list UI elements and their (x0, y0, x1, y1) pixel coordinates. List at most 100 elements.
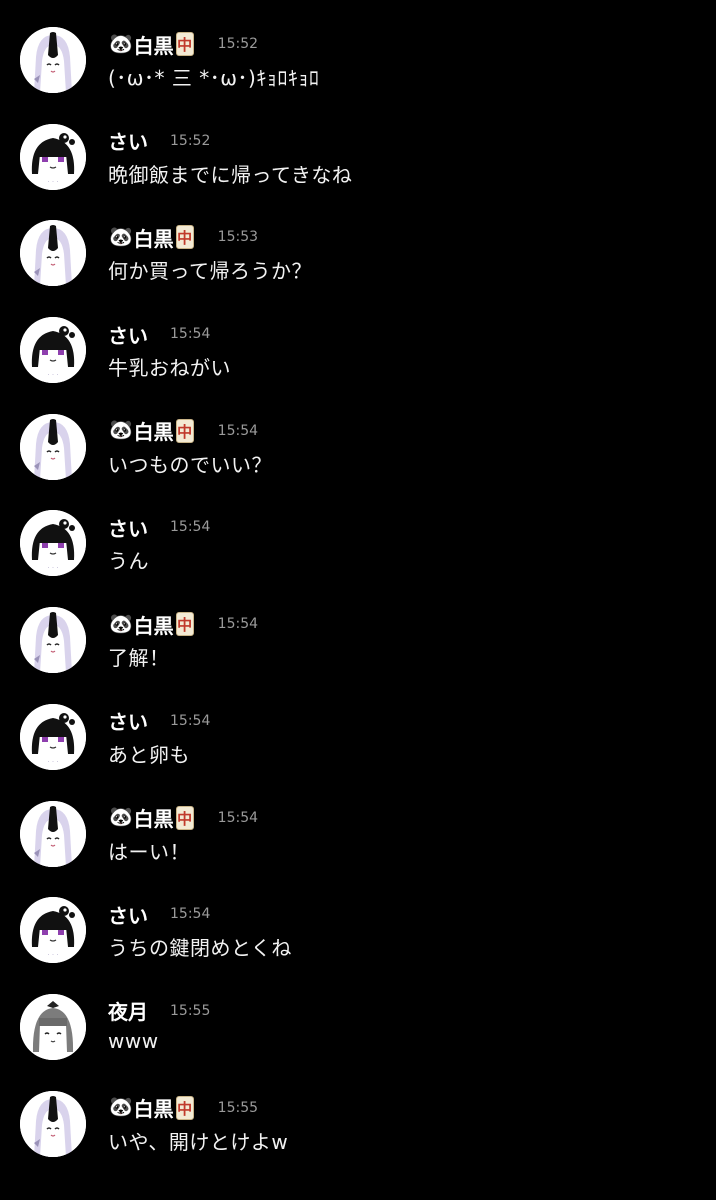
username[interactable]: 白黒 (134, 223, 174, 252)
avatar-sai-art: · · · (20, 703, 86, 770)
avatar-shirokuro[interactable] (20, 220, 86, 287)
message-text: うん (108, 549, 149, 574)
avatar-yozuki[interactable] (20, 993, 86, 1060)
username[interactable]: 白黒 (134, 30, 174, 59)
avatar-shirokuro[interactable] (20, 27, 86, 93)
username[interactable]: 白黒 (134, 1093, 174, 1122)
message-text: 晩御飯までに帰ってきなね (108, 162, 353, 187)
avatar-shirokuro-art (20, 1090, 86, 1157)
chat-message-list[interactable]: 🐼 白黒中 15:52 (･ω･* 三 *･ω･)ｷｮﾛｷｮﾛ · · · さい 15:… (0, 24, 716, 1184)
avatar-shirokuro-art (20, 220, 86, 287)
username[interactable]: さい (108, 513, 148, 542)
timestamp: 15:54 (170, 906, 211, 923)
message-row[interactable]: 🐼 白黒中 15:54 了解！ (0, 604, 716, 701)
avatar-sai[interactable]: · · · (20, 123, 86, 190)
mahjong-tile-icon: 中 (175, 1095, 194, 1120)
avatar-shirokuro-art (20, 607, 86, 674)
timestamp: 15:54 (217, 809, 259, 826)
avatar-sai[interactable]: · · · (20, 510, 86, 577)
panda-emoji-icon: 🐼 (109, 806, 133, 828)
username[interactable]: さい (108, 900, 148, 929)
message-row[interactable]: 🐼 白黒中 15:53 何か買って帰ろうか？ (0, 217, 716, 314)
avatar-sai-art: · · · (20, 317, 86, 384)
avatar-shirokuro[interactable] (20, 800, 86, 867)
timestamp: 15:52 (170, 132, 211, 149)
svg-text:· · ·: · · · (47, 758, 58, 766)
message-header: 🐼 白黒中 15:52 (108, 29, 258, 59)
message-header: さい 15:54 (108, 899, 210, 929)
avatar-sai[interactable]: · · · (20, 317, 86, 384)
timestamp: 15:53 (217, 229, 259, 246)
message-row[interactable]: 夜月 15:55 www (0, 991, 716, 1088)
message-text: はーい！ (108, 839, 190, 864)
message-text: いや、開けとけよw (108, 1129, 289, 1154)
svg-text:· · ·: · · · (47, 564, 58, 572)
message-row[interactable]: · · · さい 15:54 あと卵も (0, 701, 716, 798)
avatar-shirokuro-art (20, 27, 86, 93)
panda-emoji-icon: 🐼 (109, 419, 133, 442)
message-header: 🐼 白黒中 15:53 (108, 222, 258, 252)
mahjong-tile-icon: 中 (175, 418, 194, 443)
message-header: さい 15:54 (108, 512, 210, 542)
message-row[interactable]: 🐼 白黒中 15:54 いつものでいい？ (0, 411, 716, 508)
avatar-shirokuro-art (20, 800, 86, 867)
avatar-sai[interactable]: · · · (20, 703, 86, 770)
message-row[interactable]: · · · さい 15:54 うん (0, 507, 716, 604)
message-row[interactable]: · · · さい 15:54 牛乳おねがい (0, 314, 716, 411)
username[interactable]: さい (108, 706, 148, 735)
message-header: さい 15:54 (108, 319, 210, 349)
avatar-shirokuro-art (20, 413, 86, 480)
mahjong-tile-icon: 中 (175, 32, 194, 56)
message-text: うちの鍵閉めとくね (108, 936, 292, 961)
avatar-sai[interactable]: · · · (20, 897, 86, 964)
panda-emoji-icon: 🐼 (109, 225, 133, 248)
username[interactable]: さい (108, 126, 148, 155)
username[interactable]: さい (108, 320, 148, 349)
message-row[interactable]: 🐼 白黒中 15:55 いや、開けとけよw (0, 1088, 716, 1185)
avatar-sai-art: · · · (20, 510, 86, 577)
message-header: 🐼 白黒中 15:54 (108, 416, 258, 446)
message-text: 何か買って帰ろうか？ (108, 259, 312, 284)
message-text: 牛乳おねがい (108, 356, 231, 381)
message-row[interactable]: 🐼 白黒中 15:52 (･ω･* 三 *･ω･)ｷｮﾛｷｮﾛ (0, 24, 716, 121)
avatar-sai-art: · · · (20, 123, 86, 190)
message-row[interactable]: · · · さい 15:52 晩御飯までに帰ってきなね (0, 121, 716, 218)
panda-emoji-icon: 🐼 (109, 612, 133, 635)
message-text: (･ω･* 三 *･ω･)ｷｮﾛｷｮﾛ (108, 66, 320, 90)
message-header: 🐼 白黒中 15:54 (108, 609, 258, 639)
panda-emoji-icon: 🐼 (109, 1096, 133, 1119)
timestamp: 15:55 (170, 1002, 211, 1019)
timestamp: 15:54 (217, 616, 259, 633)
mahjong-tile-icon: 中 (175, 225, 194, 250)
timestamp: 15:54 (170, 712, 211, 729)
avatar-shirokuro[interactable] (20, 1090, 86, 1157)
timestamp: 15:54 (217, 422, 259, 439)
message-row[interactable]: · · · さい 15:54 うちの鍵閉めとくね (0, 894, 716, 991)
username[interactable]: 白黒 (134, 416, 174, 445)
avatar-shirokuro[interactable] (20, 413, 86, 480)
svg-text:· · ·: · · · (47, 951, 58, 959)
message-text: www (108, 1028, 159, 1053)
message-header: 🐼 白黒中 15:55 (108, 1093, 258, 1123)
message-text: いつものでいい？ (108, 452, 272, 477)
avatar-yozuki-art (20, 993, 86, 1060)
timestamp: 15:52 (217, 36, 259, 52)
message-header: さい 15:52 (108, 126, 210, 156)
username[interactable]: 白黒 (134, 610, 174, 639)
message-header: さい 15:54 (108, 706, 210, 736)
avatar-shirokuro[interactable] (20, 607, 86, 674)
svg-text:· · ·: · · · (47, 371, 58, 379)
avatar-sai-art: · · · (20, 897, 86, 964)
panda-emoji-icon: 🐼 (109, 32, 133, 55)
svg-text:· · ·: · · · (47, 178, 58, 186)
timestamp: 15:54 (170, 326, 211, 343)
message-row[interactable]: 🐼 白黒中 15:54 はーい！ (0, 798, 716, 895)
timestamp: 15:54 (170, 519, 211, 536)
message-header: 🐼 白黒中 15:54 (108, 803, 258, 833)
message-text: 了解！ (108, 646, 170, 671)
mahjong-tile-icon: 中 (175, 805, 194, 830)
mahjong-tile-icon: 中 (175, 612, 194, 637)
username[interactable]: 夜月 (108, 996, 148, 1025)
username[interactable]: 白黒 (134, 803, 174, 832)
message-text: あと卵も (108, 742, 190, 767)
